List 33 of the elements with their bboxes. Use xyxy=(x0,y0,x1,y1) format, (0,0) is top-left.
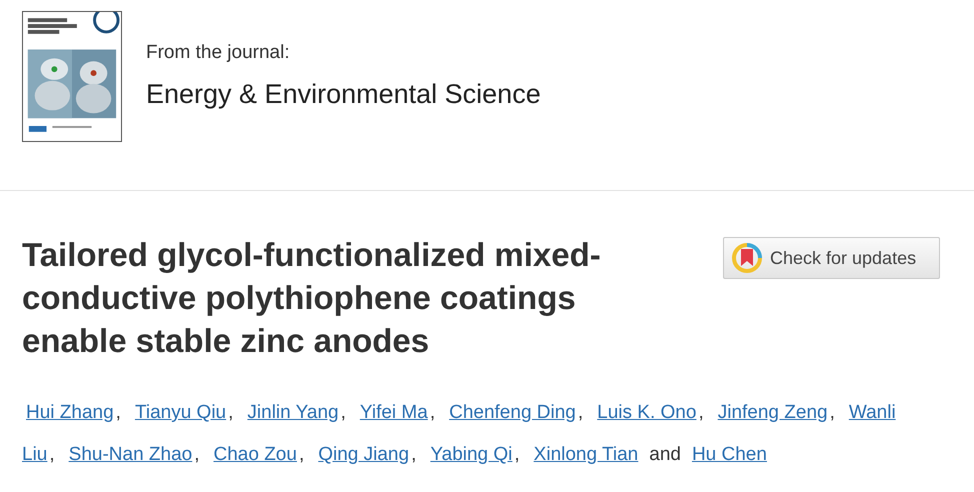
author-link[interactable]: Tianyu Qiu xyxy=(134,392,226,434)
author-link[interactable]: Xinlong Tian xyxy=(534,434,638,476)
author-link[interactable]: Yifei Ma xyxy=(360,392,428,434)
author-link[interactable]: Shu-Nan Zhao xyxy=(68,434,192,476)
author-link[interactable]: Hui Zhang xyxy=(26,392,114,434)
author-link[interactable]: Wanli xyxy=(848,392,896,434)
author-link[interactable]: Yabing Qi xyxy=(430,434,512,476)
bookmark-icon xyxy=(732,243,762,273)
author-link[interactable]: Jinlin Yang xyxy=(247,392,339,434)
author-link[interactable]: Liu xyxy=(22,434,48,476)
comma-text: , xyxy=(49,443,55,467)
comma-text: , xyxy=(411,443,416,467)
comma-text: , xyxy=(116,401,121,425)
author-link[interactable]: Luis K. Ono xyxy=(597,392,696,434)
author-link[interactable]: Hu Chen xyxy=(692,434,767,476)
comma-text: , xyxy=(430,401,436,425)
author-link[interactable]: Chao Zou xyxy=(214,434,297,476)
comma-text: , xyxy=(578,401,584,425)
and-text: and xyxy=(649,443,681,467)
comma-text: , xyxy=(698,401,704,425)
comma-text: , xyxy=(228,401,234,425)
comma-text: , xyxy=(340,401,346,425)
check-for-updates-button[interactable]: Check for updates xyxy=(723,237,940,279)
comma-text: , xyxy=(514,443,520,467)
journal-label: From the journal: xyxy=(146,41,291,65)
comma-text: , xyxy=(194,443,200,467)
author-link[interactable]: Jinfeng Zeng xyxy=(718,392,828,434)
journal-name: Energy & Environmental Science xyxy=(146,78,541,111)
author-link[interactable]: Chenfeng Ding xyxy=(449,392,576,434)
comma-text: , xyxy=(830,401,835,425)
comma-text: , xyxy=(298,443,304,467)
article-title: Tailored glycol-functionalized mixed-conductive polythiophene coatings enable stable zinc anodes xyxy=(22,235,602,361)
author-link[interactable]: Qing Jiang xyxy=(318,434,410,476)
